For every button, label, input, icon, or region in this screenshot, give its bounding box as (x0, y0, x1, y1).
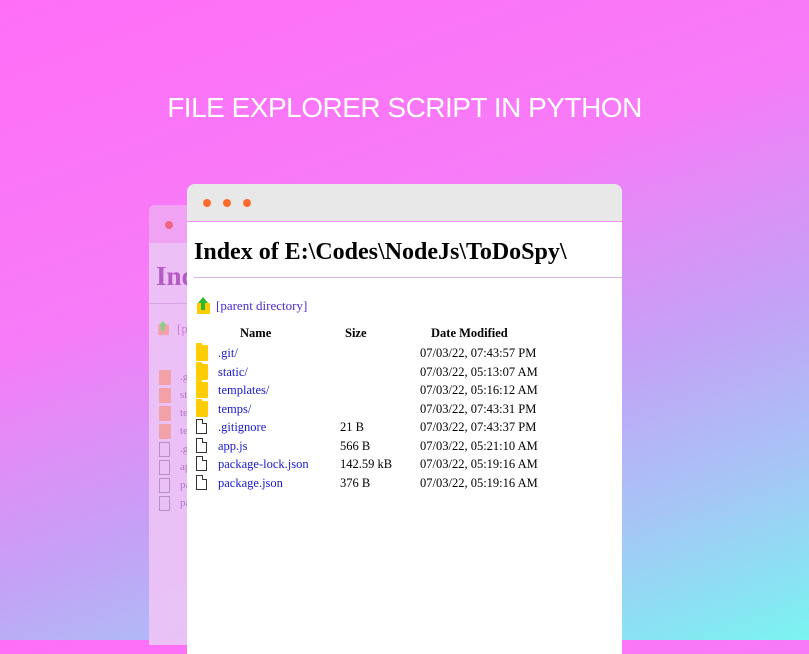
window-dot-icon (165, 221, 173, 229)
table-row[interactable]: package-lock.json 142.59 kB 07/03/22, 05:1… (196, 455, 616, 474)
date-modified: 07/03/22, 07:43:31 PM (420, 401, 537, 416)
file-name-link[interactable]: .gitignore (218, 420, 266, 435)
file-icon (196, 474, 207, 490)
folder-icon (159, 388, 171, 403)
file-name-link[interactable]: package-lock.json (218, 457, 309, 472)
file-icon (196, 456, 207, 471)
file-name-link[interactable]: .git/ (218, 346, 238, 361)
folder-icon (159, 406, 171, 421)
table-row[interactable]: app.js 566 B 07/03/22, 05:21:10 AM (196, 437, 616, 456)
window-titlebar (187, 184, 622, 222)
parent-directory-icon (197, 297, 210, 314)
file-icon (159, 460, 170, 475)
column-header-size[interactable]: Size (345, 326, 367, 341)
file-name-link[interactable]: app.js (218, 439, 248, 454)
folder-icon (196, 398, 208, 417)
maximize-dot-icon[interactable] (243, 199, 251, 207)
table-row[interactable]: templates/07/03/22, 05:16:12 AM (196, 380, 616, 400)
divider (194, 277, 622, 278)
minimize-dot-icon[interactable] (223, 199, 231, 207)
column-header-name[interactable]: Name (240, 326, 271, 341)
file-icon (159, 478, 170, 493)
parent-directory-label[interactable]: [parent directory] (216, 298, 307, 314)
file-size: 142.59 kB (340, 457, 393, 471)
folder-icon (159, 424, 171, 439)
file-name-link[interactable]: package.json (218, 476, 283, 491)
browser-window: Index of E:\Codes\NodeJs\ToDoSpy\ [paren… (187, 184, 622, 654)
date-modified: 07/03/22, 07:43:37 PM (420, 420, 537, 434)
date-modified: 07/03/22, 05:19:16 AM (420, 457, 538, 471)
table-row[interactable]: static/07/03/22, 05:13:07 AM (196, 361, 616, 382)
file-size: 376 B (340, 475, 371, 490)
file-icon (159, 442, 170, 457)
table-row[interactable]: .git/07/03/22, 07:43:57 PM (196, 343, 616, 363)
date-modified: 07/03/22, 05:13:07 AM (420, 364, 538, 379)
column-header-date[interactable]: Date Modified (431, 326, 508, 341)
file-icon (196, 419, 207, 434)
table-row[interactable]: package.json 376 B 07/03/22, 05:19:16 AM (196, 474, 616, 493)
folder-icon (196, 361, 208, 380)
file-name-link[interactable]: templates/ (218, 383, 269, 398)
page-title: Index of E:\Codes\NodeJs\ToDoSpy\ (194, 239, 567, 265)
file-name-link[interactable]: static/ (218, 365, 248, 380)
parent-directory-icon (158, 320, 169, 336)
date-modified: 07/03/22, 05:21:10 AM (420, 438, 538, 453)
table-row[interactable]: .gitignore 21 B 07/03/22, 07:43:37 PM (196, 418, 616, 437)
file-name-link[interactable]: temps/ (218, 402, 251, 417)
close-dot-icon[interactable] (203, 199, 211, 207)
table-row[interactable]: temps/07/03/22, 07:43:31 PM (196, 398, 616, 419)
file-icon (159, 496, 170, 511)
date-modified: 07/03/22, 05:19:16 AM (420, 475, 538, 490)
file-size: 21 B (340, 420, 364, 434)
folder-icon (196, 343, 208, 361)
file-size: 566 B (340, 438, 371, 453)
file-list: .git/07/03/22, 07:43:57 PM static/07/03/2… (196, 343, 616, 493)
date-modified: 07/03/22, 05:16:12 AM (420, 383, 538, 397)
file-icon (196, 437, 207, 453)
folder-icon (196, 380, 208, 398)
folder-icon (159, 370, 171, 385)
headline: FILE EXPLORER SCRIPT IN PYTHON (167, 92, 642, 123)
date-modified: 07/03/22, 07:43:57 PM (420, 346, 537, 360)
